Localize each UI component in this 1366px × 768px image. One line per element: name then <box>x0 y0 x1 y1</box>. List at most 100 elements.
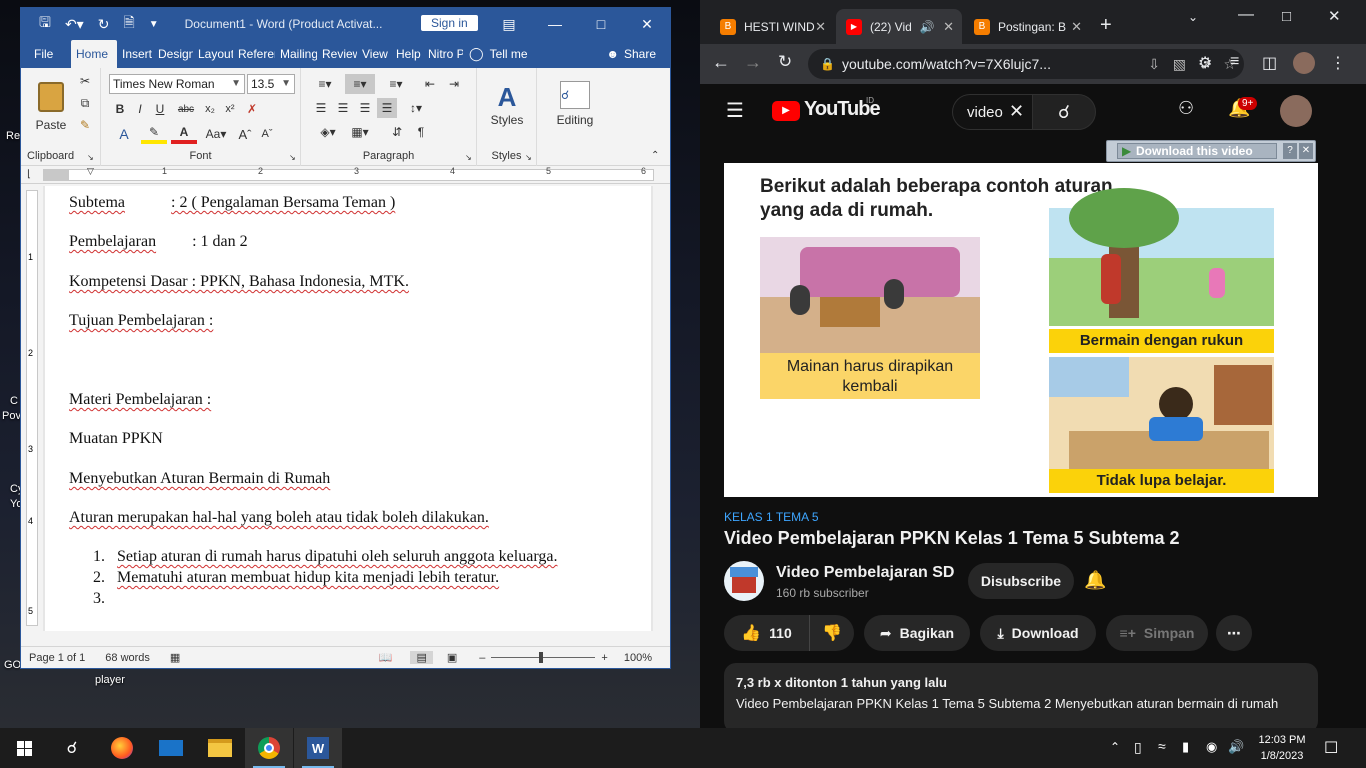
chrome-taskbar-icon[interactable] <box>245 728 293 768</box>
translate-icon[interactable]: ▧ <box>1173 49 1186 79</box>
align-center-icon[interactable]: ☰ <box>333 98 353 118</box>
account-avatar[interactable] <box>1280 95 1312 127</box>
camera-icon[interactable]: ◉ <box>1206 739 1217 755</box>
reload-icon[interactable]: ↻ <box>778 52 792 72</box>
minimize-icon[interactable]: — <box>1238 6 1254 24</box>
browser-tab[interactable]: B Postingan: B ✕ <box>964 9 1090 44</box>
mail-icon[interactable] <box>147 728 195 768</box>
close-tab-icon[interactable]: ✕ <box>1071 19 1082 35</box>
create-video-icon[interactable]: ⚇ <box>1178 98 1194 119</box>
start-button[interactable] <box>0 728 48 768</box>
tab-home[interactable]: Home <box>71 40 117 68</box>
minimize-icon[interactable]: — <box>532 8 578 40</box>
tab-search-icon[interactable]: ⌄ <box>1188 10 1198 24</box>
editing-button[interactable]: ☌ Editing <box>545 74 605 134</box>
close-icon[interactable]: ✕ <box>1328 7 1341 25</box>
desktop-icon-label[interactable]: Pov <box>2 410 21 422</box>
clear-formatting-icon[interactable]: ✗ <box>243 100 261 118</box>
notification-center-icon[interactable]: ☐ <box>1324 738 1338 758</box>
dialog-launcher-icon[interactable]: ↘ <box>87 153 94 162</box>
font-name-select[interactable]: Times New Roman ▼ <box>109 74 245 94</box>
hashtag-link[interactable]: KELAS 1 TEMA 5 <box>724 510 819 524</box>
zoom-slider[interactable] <box>491 652 596 663</box>
tab-review[interactable]: Review <box>317 40 357 68</box>
show-formatting-icon[interactable]: ¶ <box>411 122 431 142</box>
vertical-scrollbar[interactable] <box>653 186 670 631</box>
desktop-icon-label[interactable]: C <box>10 395 18 407</box>
back-icon[interactable]: ← <box>712 52 730 73</box>
redo-icon[interactable]: ↻ <box>98 16 110 33</box>
tab-file[interactable]: File <box>29 40 71 68</box>
change-case-icon[interactable]: Aa▾ <box>201 124 231 144</box>
close-icon[interactable]: ✕ <box>1299 143 1313 159</box>
address-bar[interactable]: 🔒 youtube.com/watch?v=7X6lujc7... ⇩ ▧ ➚ … <box>808 49 1244 79</box>
tab-layout[interactable]: Layout <box>193 40 233 68</box>
new-tab-icon[interactable]: + <box>1100 14 1112 37</box>
reading-list-icon[interactable]: ≡ <box>1230 53 1239 71</box>
zoom-in-icon[interactable]: + <box>601 652 607 664</box>
profile-avatar[interactable] <box>1293 52 1315 74</box>
horizontal-ruler[interactable]: ⌊ 1 2 3 4 5 6 ▽ <box>21 166 670 184</box>
text-effects-icon[interactable]: A <box>111 124 137 144</box>
download-button[interactable]: ⤓ Download <box>980 615 1096 651</box>
underline-button[interactable]: U <box>151 100 169 118</box>
doc-line-aturan[interactable]: Aturan merupakan hal-hal yang boleh atau… <box>69 509 489 527</box>
sort-icon[interactable]: ⇵ <box>387 122 407 142</box>
format-painter-icon[interactable]: ✎ <box>75 116 95 134</box>
list-item[interactable]: 3. <box>93 590 117 608</box>
copy-icon[interactable]: ⧉ <box>75 94 95 112</box>
customize-quick-access-icon[interactable]: ▼ <box>149 19 159 30</box>
increase-indent-icon[interactable]: ⇥ <box>443 74 465 94</box>
undo-icon[interactable]: ↶▾ <box>65 16 84 33</box>
doc-line-menyebutkan[interactable]: Menyebutkan Aturan Bermain di Rumah <box>69 470 330 488</box>
lock-icon[interactable]: 🔒 <box>820 49 835 79</box>
numbering-icon[interactable]: ≡▾ <box>345 74 375 94</box>
share-button[interactable]: ➦ Bagikan <box>864 615 970 651</box>
strikethrough-button[interactable]: abc <box>173 100 199 118</box>
more-menu-icon[interactable]: ⋮ <box>1330 53 1346 73</box>
print-preview-icon[interactable]: 🗎 <box>123 12 134 36</box>
subscribe-button[interactable]: Disubscribe <box>968 563 1074 599</box>
shrink-font-icon[interactable]: Aˇ <box>257 124 277 144</box>
bold-button[interactable]: B <box>111 100 129 118</box>
web-layout-icon[interactable]: ▣ <box>447 651 457 664</box>
save-button[interactable]: ≡+ Simpan <box>1106 615 1208 651</box>
dialog-launcher-icon[interactable]: ↘ <box>525 153 532 162</box>
align-right-icon[interactable]: ☰ <box>355 98 375 118</box>
install-icon[interactable]: ⇩ <box>1148 49 1160 79</box>
doc-line-subtema[interactable]: Subtema: 2 ( Pengalaman Bersama Teman ) <box>69 194 395 212</box>
styles-button[interactable]: A Styles <box>483 74 531 134</box>
borders-icon[interactable]: ▦▾ <box>345 122 375 142</box>
share-button[interactable]: ☻ Share <box>606 40 656 68</box>
tab-help[interactable]: Help <box>391 40 423 68</box>
clear-search-icon[interactable]: ✕ <box>1009 101 1024 122</box>
align-left-icon[interactable]: ☰ <box>311 98 331 118</box>
description-box[interactable]: 7,3 rb x ditonton 1 tahun yang lalu Vide… <box>724 663 1318 728</box>
clock[interactable]: 12:03 PM 1/8/2023 <box>1252 732 1312 764</box>
usb-icon[interactable]: ▯ <box>1134 739 1142 756</box>
desktop-icon-label[interactable]: GO <box>4 659 21 671</box>
doc-line-kompetensi[interactable]: Kompetensi Dasar : PPKN, Bahasa Indonesi… <box>69 273 409 291</box>
hamburger-menu-icon[interactable]: ☰ <box>726 98 744 123</box>
tell-me-box[interactable]: ◯ Tell me <box>469 40 528 68</box>
font-size-select[interactable]: 13.5 ▼ <box>247 74 295 94</box>
doc-line-pembelajaran[interactable]: Pembelajaran: 1 dan 2 <box>69 233 248 251</box>
highlight-icon[interactable]: ✎ <box>141 124 167 144</box>
list-item[interactable]: 2. Mematuhi aturan membuat hidup kita men… <box>93 569 499 587</box>
document-canvas[interactable]: Subtema: 2 ( Pengalaman Bersama Teman ) … <box>43 186 653 631</box>
tab-insert[interactable]: Insert <box>117 40 153 68</box>
side-panel-icon[interactable]: ◫ <box>1262 53 1277 73</box>
document-page[interactable]: Subtema: 2 ( Pengalaman Bersama Teman ) … <box>45 186 651 631</box>
dislike-button[interactable]: 👎 <box>810 615 854 651</box>
proofing-icon[interactable]: ▦ <box>170 651 180 664</box>
like-button[interactable]: 👍 110 <box>724 615 810 651</box>
audio-playing-icon[interactable]: 🔊 <box>920 20 935 34</box>
channel-name[interactable]: Video Pembelajaran SD <box>776 564 954 582</box>
dialog-launcher-icon[interactable]: ↘ <box>289 153 296 162</box>
doc-line-materi[interactable]: Materi Pembelajaran : <box>69 391 211 409</box>
print-layout-icon[interactable]: ▤ <box>410 651 433 664</box>
zoom-slider-thumb[interactable] <box>539 652 544 663</box>
word-count[interactable]: 68 words <box>105 652 150 664</box>
zoom-level[interactable]: 100% <box>624 652 652 664</box>
sign-in-button[interactable]: Sign in <box>421 15 478 31</box>
